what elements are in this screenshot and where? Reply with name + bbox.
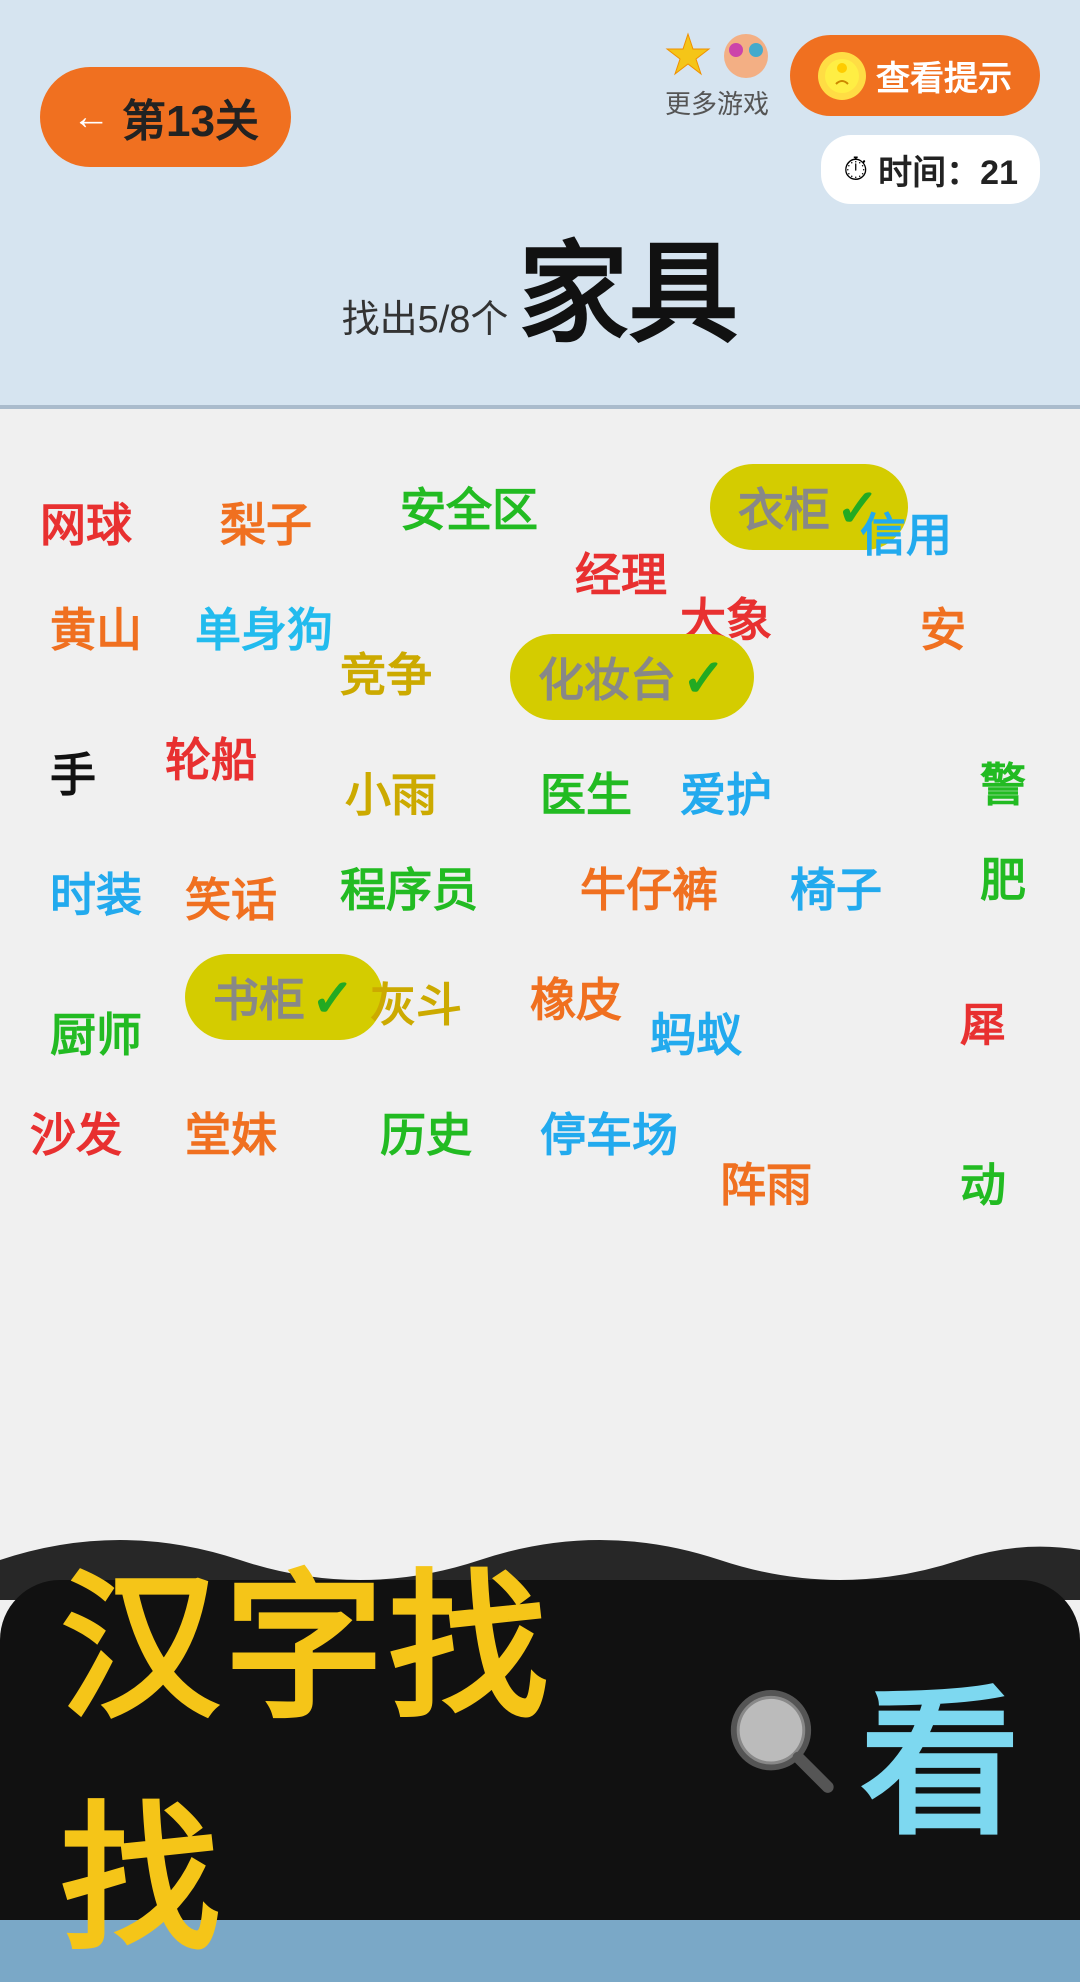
- word-w35[interactable]: 阵雨: [720, 1149, 812, 1215]
- header: ← 第13关: [0, 0, 1080, 405]
- word-w23[interactable]: 椅子: [790, 854, 882, 920]
- word-w36[interactable]: 动: [960, 1149, 1006, 1215]
- find-count-label: 找出5/8个: [342, 288, 509, 343]
- word-w3[interactable]: 安全区: [400, 474, 538, 540]
- banner-left-text: 汉字找找: [60, 1518, 702, 1982]
- word-w28[interactable]: 厨师: [50, 999, 142, 1065]
- hint-button[interactable]: 查看提示: [790, 35, 1040, 116]
- banner-right-text: 看: [860, 1634, 1020, 1866]
- word-w16[interactable]: 医生: [540, 759, 632, 825]
- word-w10[interactable]: 安: [920, 594, 966, 660]
- title-section: 找出5/8个 家具: [40, 224, 1040, 375]
- main-title: 家具: [518, 234, 738, 355]
- word-w5[interactable]: 信用: [860, 499, 952, 565]
- timer-area: ⏱ 时间：21: [821, 135, 1040, 204]
- word-w24[interactable]: 肥: [980, 844, 1026, 910]
- more-games-area[interactable]: 更多游戏: [662, 30, 772, 121]
- word-w26[interactable]: 灰斗: [370, 969, 462, 1035]
- word-w29[interactable]: 蚂蚁: [650, 999, 742, 1065]
- word-w32[interactable]: 堂妹: [185, 1099, 277, 1165]
- word-w20[interactable]: 笑话: [185, 864, 277, 930]
- word-w27[interactable]: 橡皮: [530, 964, 622, 1030]
- star-icon: [662, 30, 714, 82]
- search-icon: [722, 1680, 840, 1800]
- word-w14[interactable]: 轮船: [165, 724, 257, 790]
- hint-icon: [818, 52, 866, 100]
- word-w21[interactable]: 程序员: [340, 854, 478, 920]
- back-button[interactable]: ← 第13关: [40, 67, 291, 167]
- word-w17[interactable]: 爱护: [680, 759, 772, 825]
- word-w8[interactable]: 单身狗: [195, 594, 333, 660]
- word-w13[interactable]: 手: [50, 739, 96, 805]
- word-w15[interactable]: 小雨: [345, 759, 437, 825]
- games-icon: [720, 30, 772, 82]
- word-w1[interactable]: 网球: [40, 489, 132, 555]
- level-label: 第13关: [122, 85, 259, 149]
- word-w31[interactable]: 沙发: [30, 1099, 122, 1165]
- word-w33[interactable]: 历史: [380, 1099, 472, 1165]
- word-w30[interactable]: 犀: [960, 989, 1006, 1055]
- timer-icon: ⏱: [843, 151, 868, 189]
- bottom-banner: 汉字找找 看: [0, 1580, 1080, 1920]
- word-w25[interactable]: 书柜✓: [185, 954, 383, 1040]
- more-games-label: 更多游戏: [665, 84, 769, 121]
- word-w12[interactable]: 化妆台✓: [510, 634, 754, 720]
- word-w19[interactable]: 时装: [50, 859, 142, 925]
- word-w18[interactable]: 警: [980, 749, 1026, 815]
- word-w11[interactable]: 竞争: [340, 639, 432, 705]
- word-w7[interactable]: 黄山: [50, 594, 142, 660]
- back-arrow-icon: ←: [72, 98, 110, 136]
- word-w2[interactable]: 梨子: [220, 489, 312, 555]
- word-w34[interactable]: 停车场: [540, 1099, 678, 1165]
- timer-label: 时间：21: [878, 145, 1018, 194]
- word-w6[interactable]: 经理: [575, 539, 667, 605]
- hint-btn-label: 查看提示: [876, 51, 1012, 100]
- word-w22[interactable]: 牛仔裤: [580, 854, 718, 920]
